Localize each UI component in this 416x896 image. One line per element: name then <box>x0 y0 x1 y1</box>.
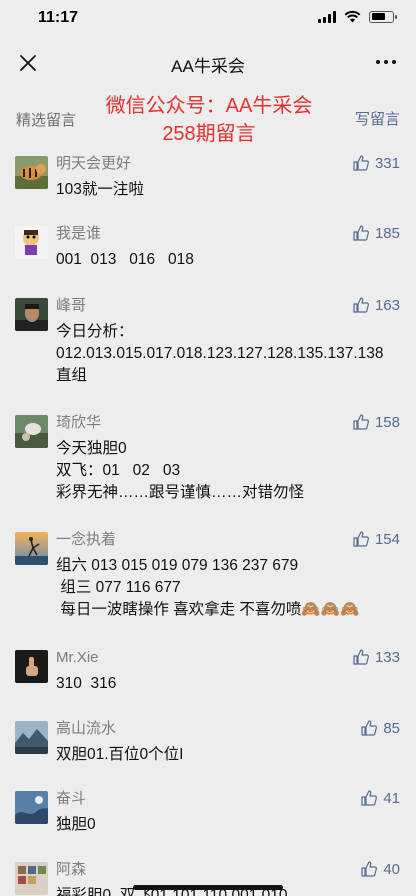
comment-item: 明天会更好 103就一注啦 331 <box>0 150 416 220</box>
comment-nickname: 明天会更好 <box>56 155 132 172</box>
avatar[interactable] <box>15 298 48 331</box>
comment-nickname: 峰哥 <box>56 297 87 314</box>
comment-content: 310 316 <box>56 675 117 692</box>
like-count: 40 <box>383 860 400 878</box>
thumbs-up-icon <box>361 790 378 806</box>
comment-item: 琦欣华 今天独胆0 双飞：01 02 03 彩界无神……跟号谨慎……对错勿怪 1… <box>0 409 416 526</box>
like-button[interactable]: 185 <box>352 224 400 242</box>
comment-item: Mr.Xie 310 316 133 <box>0 644 416 715</box>
avatar[interactable] <box>15 791 48 824</box>
comment-nickname: 琦欣华 <box>56 414 102 431</box>
like-count: 158 <box>374 413 400 431</box>
wifi-icon <box>344 10 361 23</box>
comment-nickname: 奋斗 <box>56 790 87 807</box>
like-count: 41 <box>383 789 400 807</box>
comment-nickname: 我是谁 <box>56 225 102 242</box>
avatar[interactable] <box>15 156 48 189</box>
comment-content: 今日分析： 012.013.015.017.018.123.127.128.13… <box>56 323 384 384</box>
like-button[interactable]: 85 <box>360 719 400 737</box>
thumbs-up-icon <box>353 155 369 171</box>
comment-nickname: 阿森 <box>56 861 87 878</box>
watermark-line2: 258期留言 <box>162 123 256 145</box>
like-button[interactable]: 133 <box>352 648 400 666</box>
avatar[interactable] <box>15 532 48 565</box>
thumbs-up-icon <box>361 720 378 736</box>
status-bar: 11:17 <box>0 0 416 40</box>
home-indicator <box>133 885 283 890</box>
comments-header: 精选留言 微信公众号：AA牛采会 258期留言 写留言 <box>0 86 416 146</box>
comment-item: 一念执着 组六 013 015 019 079 136 237 679 组三 0… <box>0 526 416 644</box>
comment-item: 高山流水 双胆01.百位0个位I 85 <box>0 715 416 785</box>
signal-icon <box>318 10 336 23</box>
thumbs-up-icon <box>353 531 369 547</box>
comment-content: 001 013 016 018 <box>56 251 194 268</box>
nav-bar: AA牛采会 <box>0 40 416 86</box>
comment-item: 阿森 福彩胆0 双飞01 101 110 001 010 40 <box>0 856 416 896</box>
comment-nickname: 一念执着 <box>56 531 117 548</box>
like-button[interactable]: 331 <box>352 154 400 172</box>
like-count: 185 <box>374 224 400 242</box>
watermark-text: 微信公众号：AA牛采会 258期留言 <box>84 92 334 148</box>
write-comment-link[interactable]: 写留言 <box>355 108 400 129</box>
like-count: 163 <box>374 296 400 314</box>
comment-content: 组六 013 015 019 079 136 237 679 组三 077 11… <box>56 557 360 618</box>
avatar[interactable] <box>15 721 48 754</box>
section-label: 精选留言 <box>16 112 77 129</box>
comment-item: 奋斗 独胆0 41 <box>0 785 416 856</box>
battery-icon <box>369 10 397 23</box>
comment-item: 我是谁 001 013 016 018 185 <box>0 220 416 292</box>
battery-level <box>371 13 385 20</box>
like-button[interactable]: 158 <box>352 413 400 431</box>
status-icons <box>318 10 397 23</box>
like-count: 133 <box>374 648 400 666</box>
comment-content: 独胆0 <box>56 816 96 833</box>
watermark-line1: 微信公众号：AA牛采会 <box>105 95 313 117</box>
comment-content: 双胆01.百位0个位I <box>56 746 184 763</box>
thumbs-up-icon <box>361 861 378 877</box>
avatar[interactable] <box>15 862 48 895</box>
thumbs-up-icon <box>353 225 369 241</box>
avatar[interactable] <box>15 415 48 448</box>
avatar[interactable] <box>15 650 48 683</box>
thumbs-up-icon <box>353 297 369 313</box>
thumbs-up-icon <box>353 649 369 665</box>
comment-item: 峰哥 今日分析： 012.013.015.017.018.123.127.128… <box>0 292 416 409</box>
comment-nickname: 高山流水 <box>56 720 117 737</box>
like-button[interactable]: 163 <box>352 296 400 314</box>
status-time: 11:17 <box>38 9 79 26</box>
like-count: 154 <box>374 530 400 548</box>
thumbs-up-icon <box>353 414 369 430</box>
like-count: 85 <box>383 719 400 737</box>
comment-content: 今天独胆0 双飞：01 02 03 彩界无神……跟号谨慎……对错勿怪 <box>56 440 305 501</box>
page-title: AA牛采会 <box>171 57 245 76</box>
like-button[interactable]: 41 <box>360 789 400 807</box>
like-button[interactable]: 154 <box>352 530 400 548</box>
comment-list: 明天会更好 103就一注啦 331 我是谁 001 013 016 018 18… <box>0 150 416 896</box>
comment-content: 103就一注啦 <box>56 181 144 198</box>
comment-nickname: Mr.Xie <box>56 649 99 666</box>
like-count: 331 <box>374 154 400 172</box>
like-button[interactable]: 40 <box>360 860 400 878</box>
avatar[interactable] <box>15 226 48 259</box>
more-icon[interactable] <box>376 54 398 70</box>
